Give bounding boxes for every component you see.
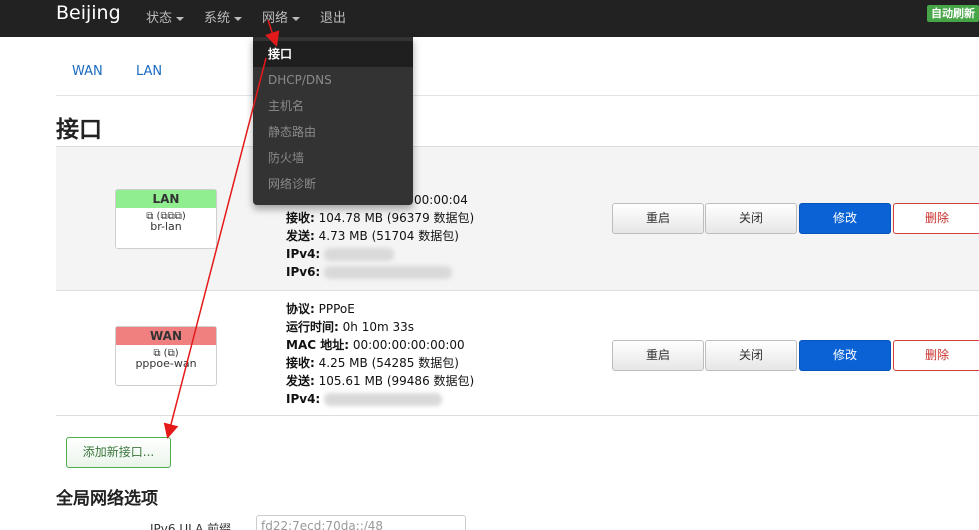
menu-item-static-routes[interactable]: 静态路由 [253, 119, 413, 145]
info-label: IPv6: [286, 265, 321, 279]
nav-logout[interactable]: 退出 [320, 7, 346, 26]
interface-row-wan: WAN ⧉ (⧉) pppoe-wan 协议: PPPoE 运行时间: 0h 1… [56, 292, 979, 416]
info-line: 接收: 4.25 MB (54285 数据包) [286, 354, 474, 372]
stop-button[interactable]: 关闭 [705, 340, 797, 371]
redacted-value [324, 248, 395, 261]
brand-hostname[interactable]: Beijing [56, 2, 121, 24]
info-line: 发送: 105.61 MB (99486 数据包) [286, 372, 474, 390]
edit-button[interactable]: 修改 [799, 340, 891, 371]
tab-wan[interactable]: WAN [72, 64, 103, 79]
nav-system-label: 系统 [204, 11, 231, 26]
info-line: 协议: PPPoE [286, 300, 474, 318]
info-value: 104.78 MB (96379 数据包) [318, 211, 475, 225]
info-label: 运行时间: [286, 320, 339, 334]
redacted-value [324, 393, 443, 406]
menu-item-hostnames[interactable]: 主机名 [253, 93, 413, 119]
add-interface-button[interactable]: 添加新接口... [66, 437, 171, 468]
nav-network-label: 网络 [262, 11, 289, 26]
info-line: 接收: 104.78 MB (96379 数据包) [286, 209, 474, 227]
info-label: 接收: [286, 356, 315, 370]
info-line: 发送: 4.73 MB (51704 数据包) [286, 227, 474, 245]
menu-item-diagnostics[interactable]: 网络诊断 [253, 171, 413, 197]
interface-device: br-lan [150, 220, 182, 233]
tabs-divider [56, 95, 979, 96]
info-label: MAC 地址: [286, 338, 350, 352]
info-line: IPv6: [286, 263, 474, 281]
interface-row-lan: LAN ⧉ (⧉⧉⧉) br-lan 00:00:04 接收: 104.78 M… [56, 146, 979, 291]
network-dropdown-menu: 接口 DHCP/DNS 主机名 静态路由 防火墙 网络诊断 [253, 37, 413, 205]
info-label: IPv4: [286, 392, 321, 406]
menu-item-firewall[interactable]: 防火墙 [253, 145, 413, 171]
restart-button[interactable]: 重启 [612, 340, 704, 371]
info-line: IPv4: [286, 245, 474, 263]
chevron-down-icon [292, 16, 301, 21]
ula-prefix-label: IPv6 ULA 前缀 [150, 522, 232, 530]
auto-refresh-badge[interactable]: 自动刷新 [927, 5, 979, 22]
tab-lan[interactable]: LAN [136, 64, 162, 79]
delete-button[interactable]: 删除 [893, 203, 979, 234]
info-value: 00:00:00:00:00:00 [352, 338, 465, 352]
info-label: 发送: [286, 374, 315, 388]
info-label: 协议: [286, 302, 315, 316]
page-title: 接口 [56, 117, 102, 143]
interface-name: LAN [116, 190, 216, 208]
top-navbar: Beijing 状态 系统 网络 退出 自动刷新 [0, 0, 979, 37]
redacted-value [324, 266, 453, 279]
nav-status-label: 状态 [146, 11, 173, 26]
nav-status[interactable]: 状态 [146, 7, 185, 26]
info-line: MAC 地址: 00:00:00:00:00:00 [286, 336, 474, 354]
interface-name: WAN [116, 327, 216, 345]
info-value: 0h 10m 33s [342, 320, 414, 334]
menu-item-dhcp-dns[interactable]: DHCP/DNS [253, 67, 413, 93]
ula-prefix-input[interactable]: fd22:7ecd:70da::/48 [256, 515, 466, 530]
info-label: 发送: [286, 229, 315, 243]
restart-button[interactable]: 重启 [612, 203, 704, 234]
info-label: IPv4: [286, 247, 321, 261]
info-value: 4.73 MB (51704 数据包) [318, 229, 459, 243]
interface-badge-wan: WAN ⧉ (⧉) pppoe-wan [115, 326, 217, 386]
info-line: 运行时间: 0h 10m 33s [286, 318, 474, 336]
stop-button[interactable]: 关闭 [705, 203, 797, 234]
info-value: PPPoE [318, 302, 355, 316]
info-label: 接收: [286, 211, 315, 225]
info-line: IPv4: [286, 390, 474, 408]
chevron-down-icon [234, 16, 243, 21]
chevron-down-icon [176, 16, 185, 21]
info-value: 4.25 MB (54285 数据包) [318, 356, 459, 370]
info-value: 105.61 MB (99486 数据包) [318, 374, 475, 388]
nav-system[interactable]: 系统 [204, 7, 243, 26]
info-value: 00:00:04 [414, 193, 468, 207]
nav-network[interactable]: 网络 [262, 7, 301, 26]
edit-button[interactable]: 修改 [799, 203, 891, 234]
interface-badge-lan: LAN ⧉ (⧉⧉⧉) br-lan [115, 189, 217, 249]
menu-item-interfaces[interactable]: 接口 [253, 41, 413, 67]
interface-device: pppoe-wan [135, 357, 197, 370]
delete-button[interactable]: 删除 [893, 340, 979, 371]
global-options-title: 全局网络选项 [56, 489, 158, 509]
interface-info-wan: 协议: PPPoE 运行时间: 0h 10m 33s MAC 地址: 00:00… [286, 300, 474, 408]
